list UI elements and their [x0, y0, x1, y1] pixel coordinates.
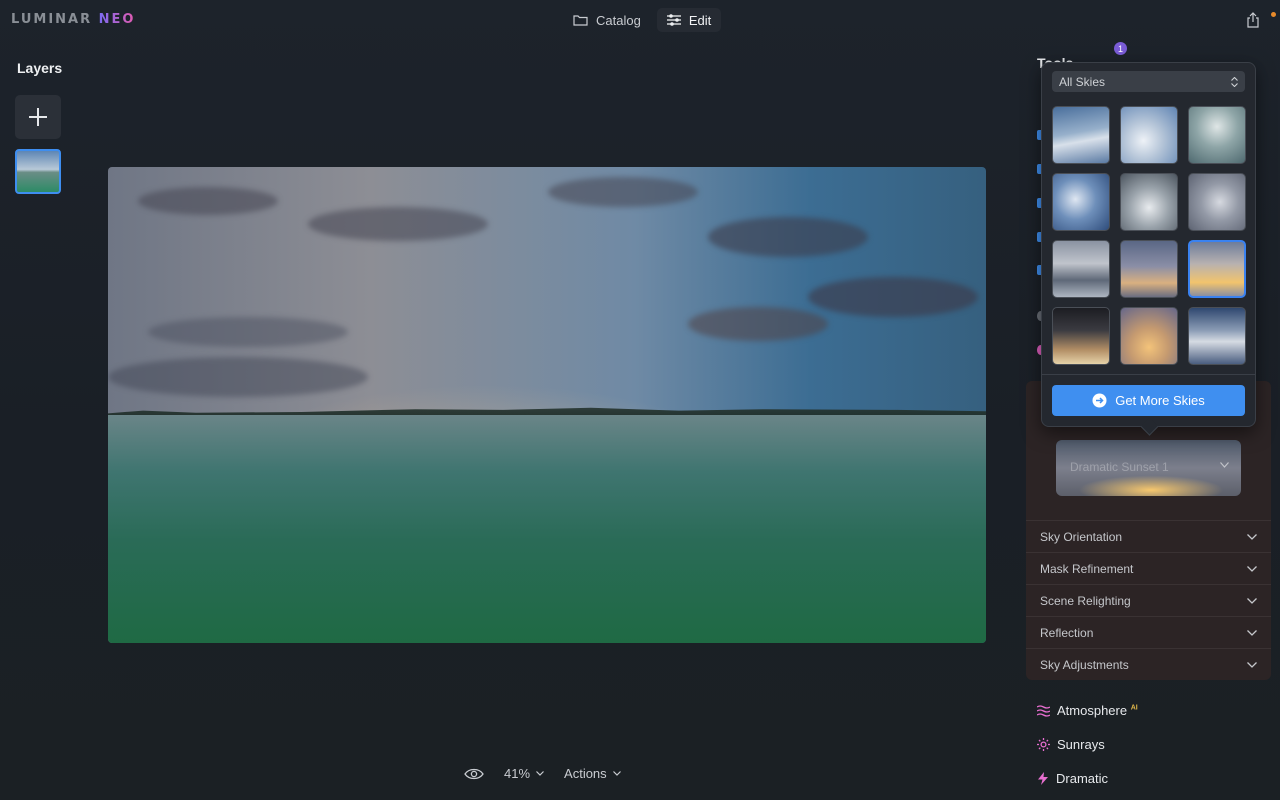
tool-sunrays[interactable]: Sunrays [1037, 737, 1105, 752]
share-button[interactable] [1246, 12, 1260, 28]
app-logo: LUMINAR NEO [11, 12, 136, 27]
tool-dramatic[interactable]: Dramatic [1037, 771, 1108, 786]
sliders-icon [666, 14, 681, 26]
sky-thumbnail-grid [1052, 106, 1246, 365]
catalog-tab[interactable]: Catalog [563, 8, 651, 32]
sky-picker-popup: All Skies Get More Skies [1041, 62, 1256, 427]
sky-category-value: All Skies [1059, 74, 1106, 89]
sky-thumbnail-selected[interactable] [1188, 240, 1246, 298]
add-layer-button[interactable] [15, 95, 61, 139]
section-scene-relighting[interactable]: Scene Relighting [1026, 584, 1271, 616]
chevron-down-icon [1247, 597, 1257, 604]
tool-atmosphere[interactable]: Atmosphere AI [1037, 703, 1138, 718]
eye-icon[interactable] [464, 768, 484, 780]
actions-label: Actions [564, 766, 607, 781]
sky-thumbnail[interactable] [1120, 173, 1178, 231]
section-mask-refinement[interactable]: Mask Refinement [1026, 552, 1271, 584]
sky-thumbnail[interactable] [1052, 173, 1110, 231]
sky-thumbnail[interactable] [1120, 240, 1178, 298]
plus-icon [29, 108, 47, 126]
get-more-skies-button[interactable]: Get More Skies [1052, 385, 1245, 416]
sky-thumbnail[interactable] [1188, 106, 1246, 164]
sun-icon [1037, 738, 1050, 751]
chevron-down-icon [1247, 533, 1257, 540]
arrow-circle-icon [1092, 393, 1107, 408]
chevron-down-icon [536, 771, 544, 776]
sky-thumbnail[interactable] [1120, 106, 1178, 164]
selected-sky-dropdown[interactable]: Dramatic Sunset 1 [1056, 440, 1241, 496]
edit-label: Edit [688, 12, 712, 28]
actions-dropdown[interactable]: Actions [564, 766, 621, 781]
notification-badge: 1 [1114, 42, 1127, 55]
zoom-value: 41% [504, 766, 531, 781]
sky-thumbnail[interactable] [1188, 307, 1246, 365]
zoom-dropdown[interactable]: 41% [504, 766, 544, 781]
main-photo-canvas[interactable] [108, 167, 986, 643]
sky-category-select[interactable]: All Skies [1052, 71, 1245, 92]
folder-icon [573, 15, 588, 26]
chevron-down-icon [1220, 462, 1229, 468]
notification-dot [1271, 12, 1276, 17]
bottom-toolbar: 41% Actions [464, 766, 621, 781]
sky-thumbnail[interactable] [1052, 307, 1110, 365]
section-reflection[interactable]: Reflection [1026, 616, 1271, 648]
waves-icon [1037, 704, 1050, 717]
sky-thumbnail[interactable] [1188, 173, 1246, 231]
get-more-skies-label: Get More Skies [1115, 393, 1205, 408]
top-navigation: Catalog Edit [563, 8, 722, 32]
updown-chevron-icon [1231, 76, 1238, 87]
layers-title: Layers [17, 60, 63, 76]
bolt-icon [1038, 772, 1048, 785]
sky-thumbnail[interactable] [1120, 307, 1178, 365]
selected-sky-label: Dramatic Sunset 1 [1070, 460, 1169, 474]
chevron-down-icon [1247, 565, 1257, 572]
chevron-down-icon [612, 771, 621, 776]
edit-tab[interactable]: Edit [656, 8, 722, 32]
popup-divider [1042, 374, 1255, 375]
sky-thumbnail[interactable] [1052, 106, 1110, 164]
sky-thumbnail[interactable] [1052, 240, 1110, 298]
section-sky-orientation[interactable]: Sky Orientation [1026, 520, 1271, 552]
chevron-down-icon [1247, 629, 1257, 636]
share-icon [1247, 12, 1259, 28]
layer-thumbnail[interactable] [15, 149, 61, 194]
section-sky-adjustments[interactable]: Sky Adjustments [1026, 648, 1271, 680]
chevron-down-icon [1247, 661, 1257, 668]
catalog-label: Catalog [596, 12, 641, 28]
